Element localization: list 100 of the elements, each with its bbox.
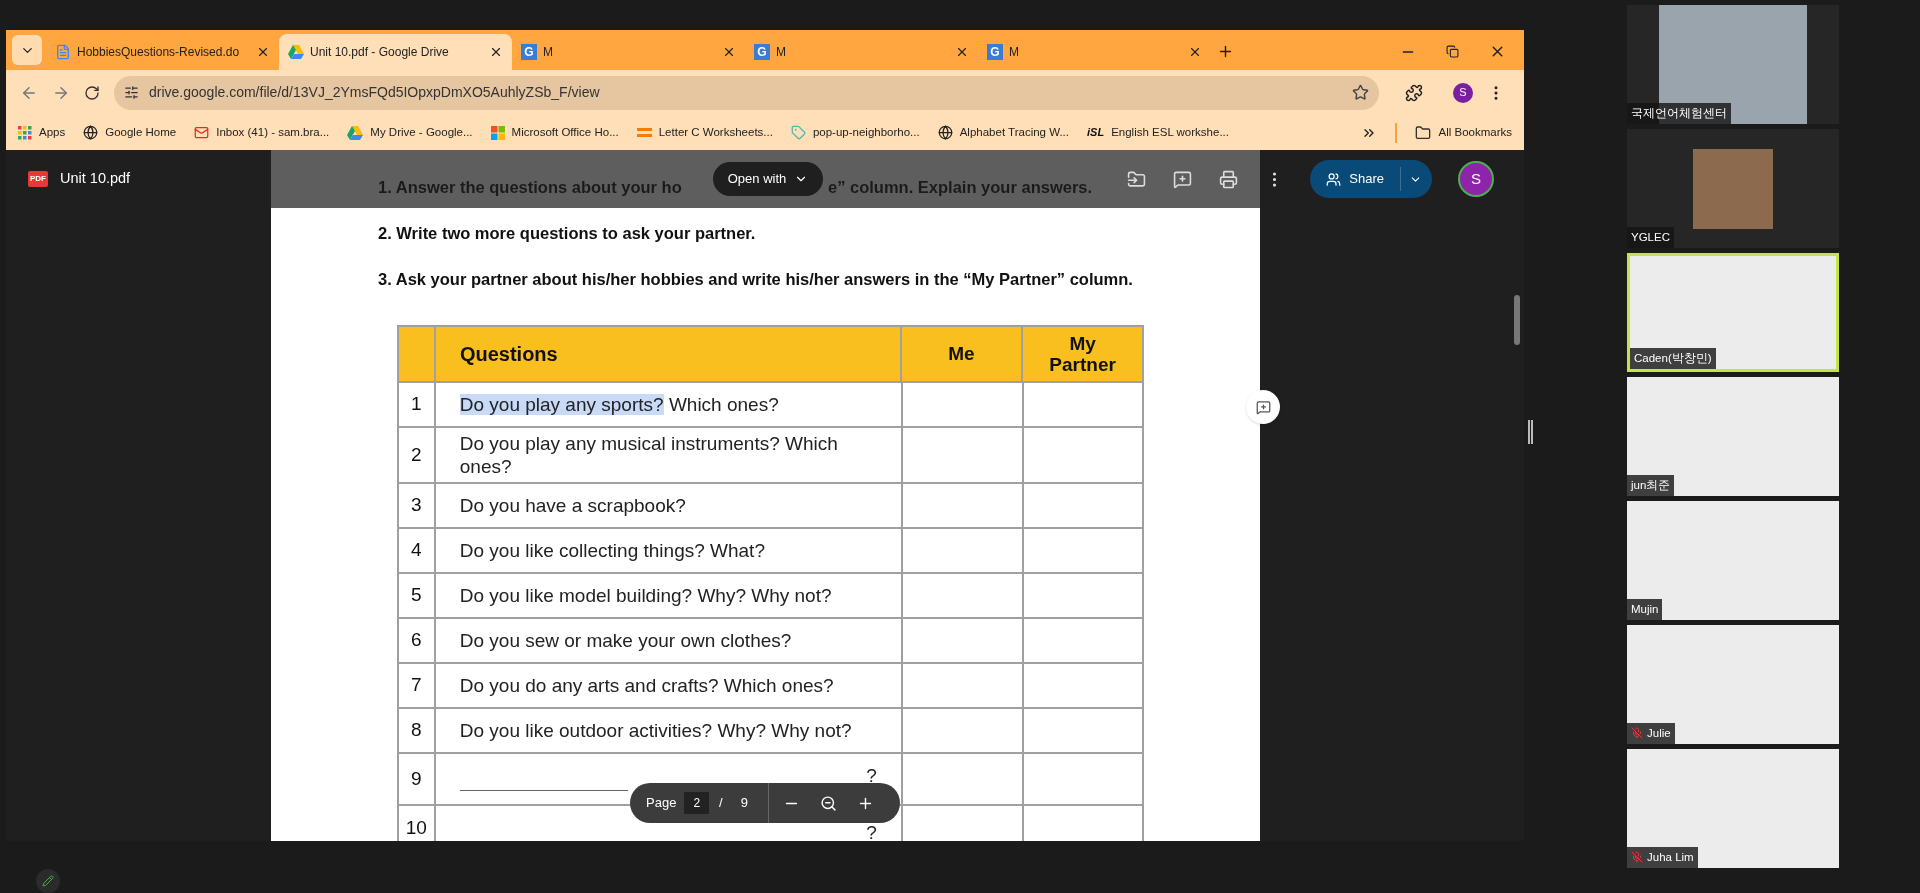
print-icon[interactable]: [1219, 169, 1239, 189]
row-number: 10: [399, 806, 436, 842]
mail-icon: [194, 125, 210, 140]
instruction-text: 2. Write two more questions to ask your partner.: [378, 223, 756, 242]
question-mark: ?: [866, 764, 877, 787]
account-avatar[interactable]: S: [1458, 161, 1494, 197]
grid-icon: [18, 125, 32, 140]
profile-avatar[interactable]: S: [1453, 82, 1473, 103]
browser-tab[interactable]: G M: [978, 34, 1211, 70]
restore-icon[interactable]: [1446, 45, 1459, 58]
tab-title: Unit 10.pdf - Google Drive: [310, 44, 450, 61]
instruction-text: e” column. Explain your answers.: [828, 177, 1093, 196]
bookmark-label: English ESL workshe...: [1111, 124, 1229, 140]
row-number: 5: [399, 574, 436, 619]
pdf-file-icon: PDF: [28, 171, 48, 187]
bookmark-item[interactable]: Letter C Worksheets...: [636, 123, 773, 142]
triangle-icon: [288, 45, 304, 59]
zoom-icon[interactable]: [819, 794, 837, 812]
participant-name: jun최준: [1631, 477, 1671, 493]
row-number: 8: [399, 709, 436, 754]
pencil-icon: [42, 875, 54, 888]
browser-tab[interactable]: G M: [512, 34, 745, 70]
question-text: Do you do any arts and crafts? Which ones?: [459, 674, 834, 697]
participant-tile[interactable]: jun최준: [1627, 377, 1839, 496]
instruction-text: 3. Ask your partner about his/her hobbies and write his/her answers in the “My Partner” column.: [378, 269, 1133, 288]
bookmark-item[interactable]: pop-up-neighborho...: [790, 123, 920, 142]
letter-tile-icon: G: [754, 44, 770, 60]
instruction-text: 1. Answer the questions about your ho: [378, 177, 682, 196]
bookmark-item[interactable]: iSL English ESL workshe...: [1087, 123, 1229, 142]
close-icon[interactable]: [489, 45, 503, 59]
close-icon[interactable]: [722, 45, 736, 59]
close-icon[interactable]: [955, 45, 969, 59]
add-to-drive-icon[interactable]: [1127, 169, 1147, 189]
question-text: Do you play any sports? Which ones?: [459, 393, 779, 416]
bookmark-label: pop-up-neighborho...: [812, 124, 920, 140]
participant-tile[interactable]: Juha Lim: [1627, 749, 1839, 868]
site-settings-icon[interactable]: [124, 85, 139, 100]
question-mark: ?: [866, 821, 877, 842]
participant-tile[interactable]: Mujin: [1627, 501, 1839, 620]
page-total: 9: [740, 794, 748, 813]
new-tab-icon[interactable]: [1217, 43, 1234, 60]
close-icon[interactable]: [1188, 45, 1202, 59]
participant-name: Juha Lim: [1647, 849, 1694, 865]
participant-tile[interactable]: 국제언어체험센터: [1627, 5, 1839, 124]
header-cell: Me: [901, 327, 1024, 383]
share-button[interactable]: Share: [1310, 160, 1432, 198]
row-number: 1: [399, 383, 436, 428]
participant-tile[interactable]: Caden(박창민): [1627, 253, 1839, 372]
bookmark-label: Google Home: [105, 124, 177, 140]
open-with-button[interactable]: Open with: [713, 162, 823, 196]
participant-tile[interactable]: Julie: [1627, 625, 1839, 744]
add-comment-button[interactable]: [1246, 390, 1280, 424]
participant-name: 국제언어체험센터: [1631, 105, 1727, 121]
close-icon[interactable]: [256, 45, 270, 59]
row-number: 2: [399, 428, 436, 484]
row-number: 6: [399, 619, 436, 664]
document-icon: [55, 44, 71, 60]
bookmark-item[interactable]: Alphabet Tracing W...: [937, 123, 1069, 142]
add-comment-icon[interactable]: [1173, 169, 1193, 189]
question-text: Do you like collecting things? What?: [459, 539, 765, 562]
four-squares-icon: [490, 125, 505, 140]
participant-name: Julie: [1647, 725, 1671, 741]
scrollbar-thumb[interactable]: [1514, 295, 1520, 345]
tab-title: M: [776, 44, 787, 61]
letter-tile-icon: G: [987, 44, 1003, 60]
splitter-handle-icon[interactable]: [1528, 420, 1533, 444]
url-text: drive.google.com/file/d/13VJ_2YmsFQd5IOpxpDmXO5AuhlyZSb_F/view: [149, 83, 601, 102]
question-text: Do you have a scrapbook?: [459, 494, 686, 517]
page-number-field[interactable]: 2: [684, 792, 710, 814]
browser-tab[interactable]: HobbiesQuestions-Revised.do: [46, 34, 279, 70]
header-cell: Questions: [435, 327, 902, 383]
browser-tab[interactable]: Unit 10.pdf - Google Drive: [279, 34, 512, 70]
letter-tile-icon: G: [521, 44, 537, 60]
folder-icon: [1414, 124, 1431, 141]
file-name: Unit 10.pdf: [60, 169, 131, 189]
all-bookmarks-button[interactable]: All Bookmarks: [1414, 123, 1512, 142]
tab-title: HobbiesQuestions-Revised.do: [77, 44, 241, 61]
header-cell: My Partner: [1023, 327, 1144, 383]
row-number: 9: [399, 754, 436, 806]
question-text: Do you play any musical instruments? Which ones?: [459, 432, 839, 478]
star-icon[interactable]: [1352, 84, 1369, 101]
pencil-button[interactable]: [36, 869, 60, 893]
bookmark-item[interactable]: Apps: [18, 123, 66, 142]
page-separator: /: [719, 794, 723, 813]
bookmark-item[interactable]: Google Home: [83, 123, 177, 142]
row-number: 3: [399, 484, 436, 529]
participant-tile[interactable]: YGLEC: [1627, 129, 1839, 248]
address-bar[interactable]: drive.google.com/file/d/13VJ_2YmsFQd5IOpxpDmXO5AuhlyZSb_F/view: [114, 75, 1379, 110]
bookmark-label: Inbox (41) - sam.bra...: [216, 124, 330, 140]
browser-tab[interactable]: G M: [745, 34, 978, 70]
bookmark-label: Microsoft Office Ho...: [511, 124, 619, 140]
question-text: Do you like model building? Why? Why not?: [459, 584, 832, 607]
reload-icon[interactable]: [84, 84, 100, 101]
row-number: 4: [399, 529, 436, 574]
bookmark-item[interactable]: Inbox (41) - sam.bra...: [194, 123, 330, 142]
question-text: Do you sew or make your own clothes?: [459, 629, 792, 652]
extensions-icon[interactable]: [1405, 83, 1423, 102]
bookmark-label: Apps: [39, 124, 66, 140]
bookmark-item[interactable]: Microsoft Office Ho...: [490, 123, 619, 142]
bookmark-item[interactable]: My Drive - Google...: [347, 123, 473, 142]
